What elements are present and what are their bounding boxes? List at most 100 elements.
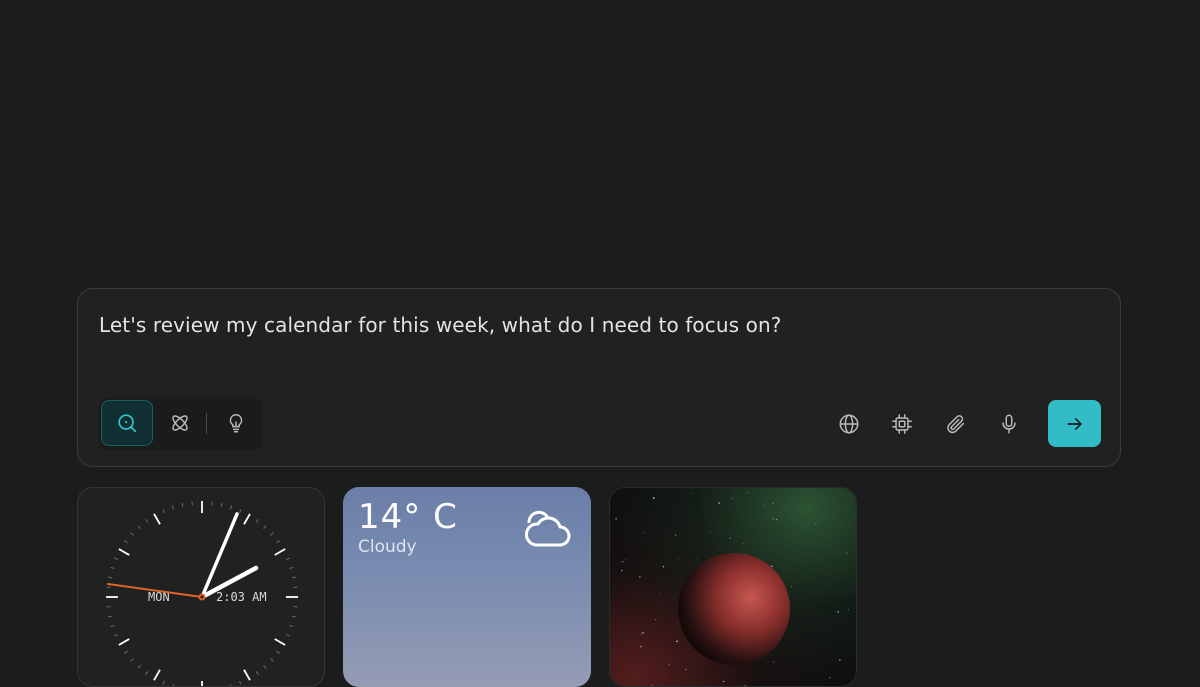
clock-minute-mark bbox=[114, 558, 118, 560]
clock-minute-mark bbox=[138, 526, 141, 529]
clock-hour-mark bbox=[275, 549, 285, 555]
clock-hour-mark bbox=[154, 514, 160, 524]
clock-minute-mark bbox=[131, 533, 134, 536]
weather-condition: Cloudy bbox=[358, 537, 417, 557]
star bbox=[743, 543, 744, 544]
clock-minute-mark bbox=[138, 665, 141, 668]
star bbox=[652, 685, 653, 686]
clock-minute-mark bbox=[131, 659, 134, 662]
star bbox=[831, 601, 832, 602]
clock-hour-mark bbox=[119, 549, 129, 555]
clock-minute-mark bbox=[270, 533, 273, 536]
clock-minute-mark bbox=[286, 558, 290, 560]
cloud-sun-icon bbox=[519, 501, 571, 549]
star bbox=[678, 558, 679, 559]
star bbox=[846, 552, 847, 553]
clock-minute-mark bbox=[108, 577, 112, 578]
clock-hour-mark bbox=[275, 639, 285, 645]
clock-minute-mark bbox=[108, 616, 112, 617]
mode-divider bbox=[206, 413, 207, 434]
star bbox=[692, 493, 693, 494]
weather-temperature: 14° C bbox=[358, 497, 458, 537]
clock-minute-mark bbox=[292, 577, 296, 578]
star bbox=[773, 661, 774, 662]
weather-widget[interactable]: 14° C Cloudy bbox=[343, 487, 591, 687]
clock-minute-mark bbox=[239, 681, 241, 685]
arrow-right-icon bbox=[1065, 414, 1085, 434]
search-mode-button[interactable] bbox=[101, 400, 153, 446]
planet-image bbox=[610, 488, 857, 687]
clock-minute-mark bbox=[256, 671, 258, 674]
chat-composer[interactable]: Let's review my calendar for this week, … bbox=[77, 288, 1121, 467]
star bbox=[622, 561, 623, 562]
lightbulb-icon bbox=[225, 412, 247, 434]
clock-minute-mark bbox=[114, 634, 118, 636]
star bbox=[837, 611, 839, 613]
star bbox=[676, 679, 677, 680]
clock-minute-mark bbox=[270, 659, 273, 662]
star bbox=[773, 518, 774, 519]
web-search-button[interactable] bbox=[833, 408, 865, 440]
search-sparkle-icon bbox=[116, 412, 138, 434]
star bbox=[697, 558, 698, 559]
clock-minute-mark bbox=[239, 509, 241, 513]
analog-clock: MON 2:03 AM bbox=[78, 488, 325, 687]
send-button[interactable] bbox=[1048, 400, 1101, 447]
clock-minute-mark bbox=[264, 526, 267, 529]
star bbox=[829, 677, 830, 678]
chip-icon bbox=[891, 413, 913, 435]
clock-minute-mark bbox=[172, 506, 173, 510]
star bbox=[655, 619, 656, 620]
star bbox=[676, 640, 678, 642]
star bbox=[641, 633, 643, 635]
clock-minute-mark bbox=[256, 519, 258, 522]
star bbox=[771, 566, 773, 568]
star bbox=[772, 503, 773, 504]
star bbox=[621, 570, 622, 571]
star bbox=[639, 576, 641, 578]
prompt-input[interactable]: Let's review my calendar for this week, … bbox=[99, 313, 781, 337]
atom-icon bbox=[169, 412, 191, 434]
clock-minute-mark bbox=[221, 503, 222, 507]
star bbox=[723, 681, 725, 683]
clock-minute-mark bbox=[163, 509, 165, 513]
clock-minute-mark bbox=[124, 541, 127, 543]
star bbox=[764, 505, 765, 506]
clock-hour-mark bbox=[119, 639, 129, 645]
star bbox=[791, 586, 792, 587]
ideas-mode-button[interactable] bbox=[210, 400, 262, 446]
clock-minute-hand bbox=[202, 514, 237, 597]
research-mode-button[interactable] bbox=[154, 400, 206, 446]
clock-time-label: 2:03 AM bbox=[216, 590, 267, 604]
clock-widget[interactable]: MON 2:03 AM bbox=[77, 487, 325, 687]
star bbox=[659, 593, 660, 594]
clock-minute-mark bbox=[146, 519, 148, 522]
clock-minute-mark bbox=[264, 665, 267, 668]
star bbox=[806, 515, 807, 516]
star bbox=[848, 609, 849, 610]
attach-button[interactable] bbox=[940, 408, 972, 440]
star bbox=[625, 559, 626, 560]
clock-minute-mark bbox=[182, 503, 183, 507]
star bbox=[732, 498, 733, 499]
mode-selector bbox=[98, 397, 263, 450]
model-select-button[interactable] bbox=[886, 408, 918, 440]
star bbox=[651, 495, 652, 496]
clock-minute-mark bbox=[111, 567, 115, 568]
clock-minute-mark bbox=[292, 616, 296, 617]
star bbox=[656, 548, 657, 549]
star bbox=[640, 646, 642, 648]
star bbox=[730, 538, 731, 539]
clock-minute-mark bbox=[286, 634, 290, 636]
clock-minute-mark bbox=[163, 681, 165, 685]
space-image-widget[interactable] bbox=[609, 487, 857, 687]
star bbox=[745, 685, 746, 686]
star bbox=[615, 518, 616, 519]
star bbox=[629, 664, 630, 665]
star bbox=[653, 497, 655, 499]
clock-minute-mark bbox=[230, 506, 231, 510]
voice-input-button[interactable] bbox=[993, 408, 1025, 440]
clock-hour-mark bbox=[244, 514, 250, 524]
star bbox=[710, 532, 711, 533]
star bbox=[685, 669, 686, 670]
